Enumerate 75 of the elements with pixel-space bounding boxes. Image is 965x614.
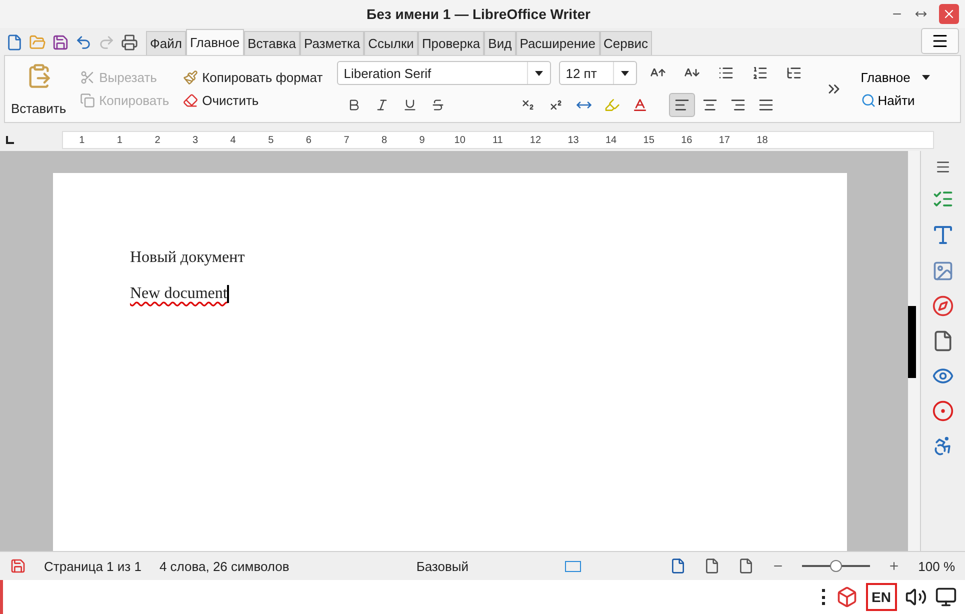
page-count: Страница 1 из 1 — [44, 558, 142, 574]
close-button[interactable] — [938, 4, 959, 24]
font-size-field[interactable]: 12 пт — [558, 61, 637, 85]
sidebar-toggle[interactable] — [908, 306, 916, 378]
ruler-number: 13 — [566, 134, 580, 146]
paragraph-text: New document — [130, 285, 228, 303]
compass-icon[interactable] — [932, 295, 954, 317]
ruler-number: 3 — [192, 134, 200, 146]
ruler-number: 15 — [642, 134, 656, 146]
ruler-number: 18 — [756, 134, 769, 146]
ruler-number: 1 — [116, 134, 124, 146]
word-count: 4 слова, 26 символов — [159, 558, 290, 574]
insert-mode-icon — [565, 560, 581, 572]
search-icon — [860, 93, 876, 108]
styles-icon[interactable] — [931, 223, 955, 247]
more-icon[interactable] — [822, 589, 828, 605]
style-dropdown[interactable]: Главное — [860, 70, 930, 85]
menu-tab[interactable]: Расширение — [516, 31, 600, 55]
single-page-icon[interactable] — [670, 558, 686, 574]
ruler-number: 9 — [418, 134, 426, 146]
menu-icon — [931, 32, 949, 50]
menu-icon[interactable] — [935, 159, 951, 175]
ruler-number: 8 — [380, 134, 388, 146]
ruler-number: 6 — [304, 134, 312, 146]
tab-stop-icon — [6, 136, 14, 144]
ruler-number: 11 — [491, 134, 504, 146]
align-left-icon[interactable] — [668, 93, 695, 117]
undo-icon[interactable] — [75, 34, 92, 50]
window-title: Без имени 1 — LibreOffice Writer — [366, 6, 590, 22]
menu-tab[interactable]: Файл — [146, 31, 186, 55]
zoom-thumb[interactable] — [830, 560, 842, 572]
ruler-number: 16 — [680, 134, 694, 146]
ruler-number: 4 — [229, 134, 237, 146]
ruler-number: 7 — [342, 134, 350, 146]
printer-icon[interactable] — [121, 34, 138, 50]
paragraph-text: Новый документ — [130, 249, 245, 267]
ruler-number: 12 — [528, 134, 542, 146]
menu-tab[interactable]: Ссылки — [364, 31, 418, 55]
save-icon[interactable] — [52, 34, 69, 50]
record-icon[interactable] — [932, 400, 954, 422]
ruler-number: 2 — [154, 134, 162, 146]
clear-format-button[interactable]: Очистить — [183, 93, 323, 108]
menu-tab[interactable]: Проверка — [418, 31, 484, 55]
ruler-number: 1 — [78, 134, 86, 146]
ruler-number: 14 — [604, 134, 618, 146]
zoom-in-icon[interactable] — [888, 560, 900, 572]
scissors-icon — [80, 70, 96, 85]
image-icon[interactable] — [932, 260, 954, 282]
paintbrush-icon — [183, 70, 198, 85]
page-style: Базовый — [416, 558, 468, 574]
ruler-number: 5 — [267, 134, 275, 146]
scrollbar[interactable] — [908, 151, 920, 551]
ruler-number: 17 — [718, 134, 731, 146]
copy-icon — [80, 93, 96, 108]
new-document-icon[interactable] — [6, 34, 23, 50]
eraser-icon — [183, 93, 198, 108]
paste-button[interactable]: Вставить — [11, 62, 66, 116]
zoom-percent: 100 % — [918, 558, 956, 574]
find-button[interactable]: Найти — [860, 93, 930, 108]
monitor-icon[interactable] — [935, 586, 957, 608]
box-icon[interactable] — [836, 586, 858, 608]
menu-tab[interactable]: Вид — [484, 31, 516, 55]
ruler-number: 10 — [453, 134, 466, 146]
menu-tab[interactable]: Вставка — [244, 31, 300, 55]
save-icon[interactable] — [10, 558, 26, 574]
menu-tab[interactable]: Главное — [186, 29, 244, 55]
volume-icon[interactable] — [905, 586, 927, 608]
font-name-field[interactable]: Liberation Serif — [336, 61, 551, 85]
clone-format-button[interactable]: Копировать формат — [183, 70, 323, 85]
menu-button[interactable] — [921, 28, 959, 54]
keyboard-layout-indicator[interactable]: EN — [866, 583, 897, 611]
menu-tab[interactable]: Разметка — [300, 31, 364, 55]
menu-tab[interactable]: Сервис — [600, 31, 652, 55]
text-cursor — [227, 285, 229, 303]
page-icon[interactable] — [932, 330, 954, 352]
